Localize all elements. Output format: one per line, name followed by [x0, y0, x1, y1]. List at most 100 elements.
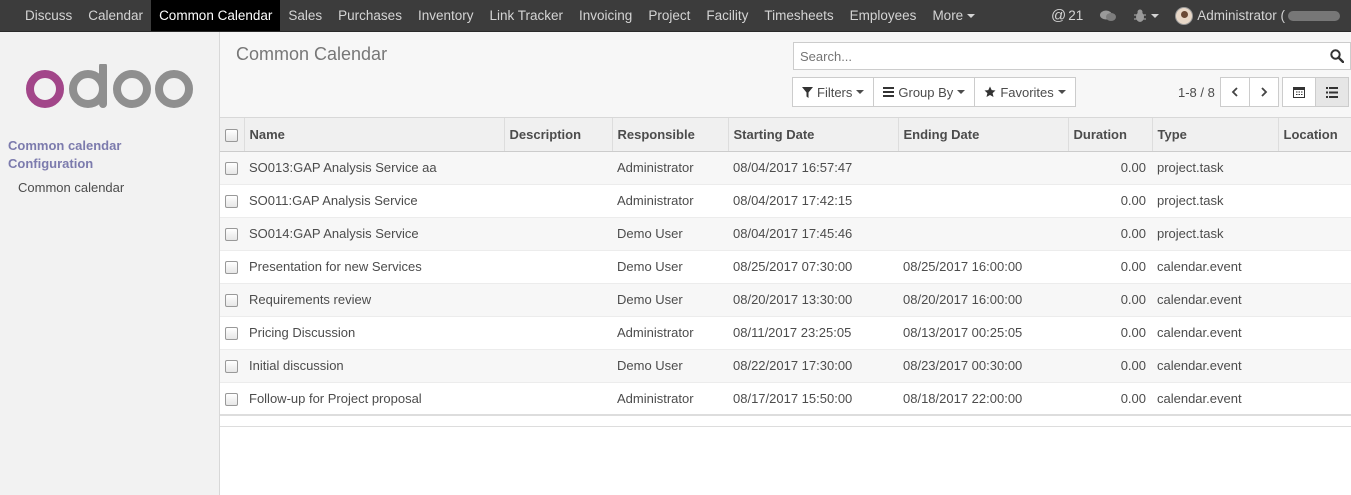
cell-duration: 0.00 — [1068, 249, 1152, 283]
column-header-location[interactable]: Location — [1278, 118, 1351, 152]
search-box — [793, 42, 1351, 70]
menu-item-employees[interactable]: Employees — [842, 0, 925, 31]
menu-item-purchases[interactable]: Purchases — [330, 0, 410, 31]
table-header-row: Name Description Responsible Starting Da… — [220, 118, 1351, 152]
table-row[interactable]: Follow-up for Project proposal Administra… — [220, 381, 1351, 415]
cell-ending-date: 08/23/2017 00:30:00 — [898, 348, 1068, 382]
sidebar-section-config[interactable]: Common calendar Configuration — [8, 137, 208, 173]
menu-item-inventory[interactable]: Inventory — [410, 0, 482, 31]
cell-location — [1278, 150, 1351, 184]
cell-starting-date: 08/25/2017 07:30:00 — [728, 249, 898, 283]
cell-description — [504, 183, 612, 217]
sidebar-item-common-calendar[interactable]: Common calendar — [18, 180, 124, 195]
cell-duration: 0.00 — [1068, 183, 1152, 217]
cell-type: calendar.event — [1152, 249, 1278, 283]
mentions-count: 21 — [1068, 8, 1084, 23]
filters-button[interactable]: Filters — [792, 77, 875, 107]
cell-starting-date: 08/20/2017 13:30:00 — [728, 282, 898, 316]
column-header-type[interactable]: Type — [1152, 118, 1279, 152]
row-checkbox[interactable] — [225, 195, 238, 209]
menu-item-facility[interactable]: Facility — [698, 0, 756, 31]
row-checkbox[interactable] — [225, 261, 238, 275]
menu-item-more[interactable]: More — [924, 0, 983, 31]
pager-value[interactable]: 1-8 / 8 — [1178, 85, 1215, 100]
row-checkbox[interactable] — [225, 294, 238, 308]
cell-responsible: Demo User — [612, 348, 728, 382]
column-header-description[interactable]: Description — [504, 118, 613, 152]
column-header-starting-date[interactable]: Starting Date — [728, 118, 899, 152]
avatar — [1175, 6, 1194, 25]
cell-location — [1278, 348, 1351, 382]
cell-responsible: Demo User — [612, 216, 728, 250]
table-row[interactable]: Requirements review Demo User 08/20/2017 1… — [220, 282, 1351, 316]
menu-item-project[interactable]: Project — [640, 0, 698, 31]
column-header-ending-date[interactable]: Ending Date — [898, 118, 1069, 152]
table-row[interactable]: SO013:GAP Analysis Service aa Administrat… — [220, 150, 1351, 184]
row-checkbox[interactable] — [225, 162, 238, 176]
row-checkbox[interactable] — [225, 327, 238, 341]
divider — [220, 426, 1351, 427]
cell-type: project.task — [1152, 216, 1278, 250]
select-all-checkbox[interactable] — [225, 128, 238, 142]
table-row[interactable]: SO011:GAP Analysis Service Administrator 0… — [220, 183, 1351, 217]
group-by-label: Group By — [898, 84, 954, 100]
cell-description — [504, 282, 612, 316]
table-row[interactable]: Presentation for new Services Demo User 08… — [220, 249, 1351, 283]
cell-location — [1278, 183, 1351, 217]
favorites-button[interactable]: Favorites — [974, 77, 1076, 107]
search-icon[interactable] — [1330, 49, 1344, 63]
menu-item-calendar[interactable]: Calendar — [80, 0, 151, 31]
menu-item-invoicing[interactable]: Invoicing — [571, 0, 640, 31]
menu-item-common-calendar[interactable]: Common Calendar — [151, 0, 281, 31]
caret-down-icon — [967, 14, 976, 19]
column-header-responsible[interactable]: Responsible — [612, 118, 729, 152]
cell-type: calendar.event — [1152, 282, 1278, 316]
cell-ending-date: 08/13/2017 00:25:05 — [898, 315, 1068, 349]
user-menu[interactable]: Administrator ( — [1167, 0, 1351, 31]
cell-location — [1278, 381, 1351, 415]
menu-item-timesheets[interactable]: Timesheets — [756, 0, 841, 31]
row-checkbox[interactable] — [225, 360, 238, 374]
search-input[interactable] — [794, 43, 1314, 69]
chat-button[interactable] — [1091, 0, 1125, 31]
cell-type: calendar.event — [1152, 315, 1278, 349]
menu-item-link-tracker[interactable]: Link Tracker — [481, 0, 571, 31]
table-row[interactable]: SO014:GAP Analysis Service Demo User 08/04… — [220, 216, 1351, 250]
cell-starting-date: 08/04/2017 16:57:47 — [728, 150, 898, 184]
cell-starting-date: 08/17/2017 15:50:00 — [728, 381, 898, 415]
table-row[interactable]: Pricing Discussion Administrator 08/11/201… — [220, 315, 1351, 349]
select-all-cell — [220, 118, 245, 152]
pager: 1-8 / 8 — [1178, 77, 1279, 107]
list-view-button[interactable] — [1315, 77, 1349, 107]
row-select-cell — [220, 150, 244, 184]
cell-responsible: Administrator — [612, 183, 728, 217]
list-bars-icon — [883, 87, 895, 97]
column-header-duration[interactable]: Duration — [1068, 118, 1153, 152]
cell-name: SO011:GAP Analysis Service — [244, 183, 504, 217]
column-header-name[interactable]: Name — [244, 118, 505, 152]
row-select-cell — [220, 381, 244, 415]
pager-previous-button[interactable] — [1219, 77, 1250, 107]
menu-item-sales[interactable]: Sales — [280, 0, 330, 31]
row-select-cell — [220, 282, 244, 316]
debug-button[interactable] — [1125, 0, 1167, 31]
group-by-button[interactable]: Group By — [873, 77, 976, 107]
cell-name: Follow-up for Project proposal — [244, 381, 504, 415]
mentions-button[interactable]: @ 21 — [1043, 0, 1091, 31]
row-checkbox[interactable] — [225, 393, 238, 407]
table-row[interactable]: Initial discussion Demo User 08/22/2017 17… — [220, 348, 1351, 382]
menu-item-discuss[interactable]: Discuss — [17, 0, 80, 31]
table-body: SO013:GAP Analysis Service aa Administrat… — [220, 150, 1351, 415]
cell-duration: 0.00 — [1068, 282, 1152, 316]
calendar-icon — [1293, 87, 1305, 98]
at-icon: @ — [1050, 7, 1067, 24]
cell-name: Initial discussion — [244, 348, 504, 382]
row-checkbox[interactable] — [225, 228, 238, 242]
cell-description — [504, 150, 612, 184]
calendar-view-button[interactable] — [1282, 77, 1316, 107]
cell-ending-date — [898, 150, 1068, 184]
cell-duration: 0.00 — [1068, 150, 1152, 184]
pager-next-button[interactable] — [1248, 77, 1279, 107]
filter-icon — [802, 86, 813, 98]
row-select-cell — [220, 315, 244, 349]
